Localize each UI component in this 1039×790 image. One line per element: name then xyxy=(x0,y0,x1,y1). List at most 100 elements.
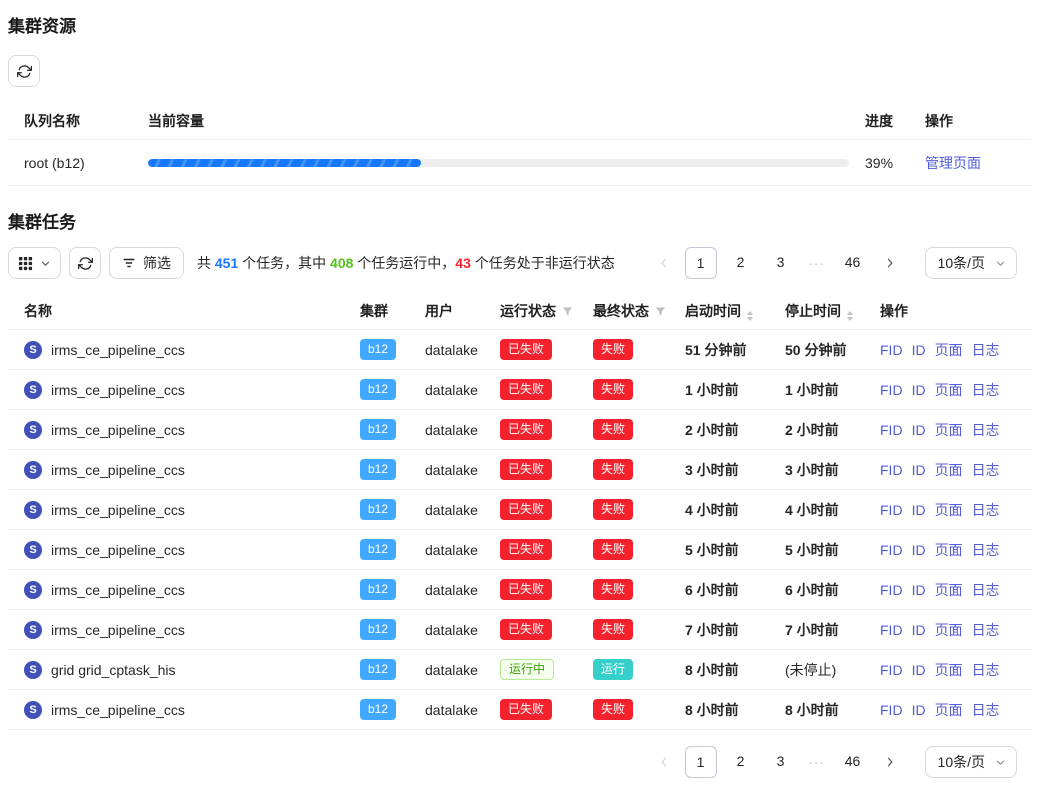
action-link-log[interactable]: 日志 xyxy=(972,462,1000,478)
action-link-log[interactable]: 日志 xyxy=(972,542,1000,558)
action-link-id[interactable]: ID xyxy=(912,542,926,558)
pagination-page-3[interactable]: 3 xyxy=(765,247,797,279)
queue-name: root (b12) xyxy=(24,155,132,171)
action-link-id[interactable]: ID xyxy=(912,622,926,638)
action-link-page[interactable]: 页面 xyxy=(935,662,963,678)
pagination-page-last[interactable]: 46 xyxy=(837,247,869,279)
action-link-fid[interactable]: FID xyxy=(880,462,903,478)
pagination-page-1[interactable]: 1 xyxy=(685,247,717,279)
action-link-page[interactable]: 页面 xyxy=(935,342,963,358)
stop-time: 6 小时前 xyxy=(777,570,872,610)
action-link-log[interactable]: 日志 xyxy=(972,702,1000,718)
action-link-log[interactable]: 日志 xyxy=(972,382,1000,398)
action-link-fid[interactable]: FID xyxy=(880,422,903,438)
resources-refresh-button[interactable] xyxy=(8,55,40,87)
final-status-badge: 失败 xyxy=(593,579,633,600)
pagination-ellipsis[interactable]: ··· xyxy=(805,255,829,271)
pagination-page-1[interactable]: 1 xyxy=(685,746,717,778)
stop-time: (未停止) xyxy=(777,650,872,690)
task-name: irms_ce_pipeline_ccs xyxy=(51,502,185,518)
table-row: S irms_ce_pipeline_ccs b12 datalake 已失败 … xyxy=(8,570,1031,610)
action-link-fid[interactable]: FID xyxy=(880,582,903,598)
start-time: 7 小时前 xyxy=(677,610,777,650)
spark-avatar-icon: S xyxy=(24,421,42,439)
action-link-id[interactable]: ID xyxy=(912,342,926,358)
capacity-progress-bar xyxy=(148,159,849,167)
final-status-badge: 失败 xyxy=(593,419,633,440)
col-header-queue-name: 队列名称 xyxy=(24,111,132,131)
action-link-id[interactable]: ID xyxy=(912,462,926,478)
pagination-prev[interactable] xyxy=(651,247,677,279)
sorter-icon[interactable] xyxy=(847,311,853,321)
spark-avatar-icon: S xyxy=(24,341,42,359)
start-time: 4 小时前 xyxy=(677,490,777,530)
page-size-select[interactable]: 10条/页 xyxy=(925,746,1017,778)
action-link-id[interactable]: ID xyxy=(912,582,926,598)
stop-time: 3 小时前 xyxy=(777,450,872,490)
spark-avatar-icon: S xyxy=(24,541,42,559)
pagination-page-3[interactable]: 3 xyxy=(765,746,797,778)
action-link-fid[interactable]: FID xyxy=(880,502,903,518)
sorter-icon[interactable] xyxy=(747,311,753,321)
action-link-id[interactable]: ID xyxy=(912,502,926,518)
stop-time: 4 小时前 xyxy=(777,490,872,530)
action-link-page[interactable]: 页面 xyxy=(935,382,963,398)
action-link-id[interactable]: ID xyxy=(912,662,926,678)
action-link-log[interactable]: 日志 xyxy=(972,502,1000,518)
page-size-select[interactable]: 10条/页 xyxy=(925,247,1017,279)
row-actions: FID ID 页面日志 xyxy=(872,570,1031,610)
action-link-page[interactable]: 页面 xyxy=(935,542,963,558)
start-time: 6 小时前 xyxy=(677,570,777,610)
action-link-fid[interactable]: FID xyxy=(880,662,903,678)
manage-page-link[interactable]: 管理页面 xyxy=(925,155,981,171)
action-link-fid[interactable]: FID xyxy=(880,542,903,558)
filter-button-label: 筛选 xyxy=(143,253,171,273)
run-status-badge: 已失败 xyxy=(500,539,552,560)
user-cell: datalake xyxy=(417,570,492,610)
pagination-next[interactable] xyxy=(877,247,903,279)
action-link-id[interactable]: ID xyxy=(912,422,926,438)
table-row: S irms_ce_pipeline_ccs b12 datalake 已失败 … xyxy=(8,690,1031,730)
start-time: 2 小时前 xyxy=(677,410,777,450)
action-link-page[interactable]: 页面 xyxy=(935,702,963,718)
user-cell: datalake xyxy=(417,330,492,370)
filter-icon[interactable] xyxy=(562,304,573,320)
action-link-log[interactable]: 日志 xyxy=(972,422,1000,438)
action-link-fid[interactable]: FID xyxy=(880,342,903,358)
stop-time: 1 小时前 xyxy=(777,370,872,410)
final-status-badge: 失败 xyxy=(593,539,633,560)
pagination-page-2[interactable]: 2 xyxy=(725,746,757,778)
action-link-page[interactable]: 页面 xyxy=(935,462,963,478)
pagination-prev[interactable] xyxy=(651,746,677,778)
table-row: S irms_ce_pipeline_ccs b12 datalake 已失败 … xyxy=(8,450,1031,490)
action-link-fid[interactable]: FID xyxy=(880,622,903,638)
pagination-ellipsis[interactable]: ··· xyxy=(805,754,829,770)
pagination-page-last[interactable]: 46 xyxy=(837,746,869,778)
run-status-badge: 已失败 xyxy=(500,459,552,480)
filter-button[interactable]: 筛选 xyxy=(109,247,184,279)
user-cell: datalake xyxy=(417,450,492,490)
table-row: S irms_ce_pipeline_ccs b12 datalake 已失败 … xyxy=(8,530,1031,570)
action-link-fid[interactable]: FID xyxy=(880,702,903,718)
action-link-log[interactable]: 日志 xyxy=(972,582,1000,598)
refresh-icon xyxy=(17,64,32,79)
summary-text: 个任务处于非运行状态 xyxy=(471,255,615,271)
user-cell: datalake xyxy=(417,530,492,570)
action-link-log[interactable]: 日志 xyxy=(972,662,1000,678)
action-link-page[interactable]: 页面 xyxy=(935,622,963,638)
action-link-log[interactable]: 日志 xyxy=(972,622,1000,638)
final-status-badge: 失败 xyxy=(593,339,633,360)
task-name: irms_ce_pipeline_ccs xyxy=(51,462,185,478)
action-link-fid[interactable]: FID xyxy=(880,382,903,398)
tasks-refresh-button[interactable] xyxy=(69,247,101,279)
action-link-page[interactable]: 页面 xyxy=(935,582,963,598)
action-link-log[interactable]: 日志 xyxy=(972,342,1000,358)
pagination-next[interactable] xyxy=(877,746,903,778)
action-link-id[interactable]: ID xyxy=(912,702,926,718)
action-link-page[interactable]: 页面 xyxy=(935,502,963,518)
column-settings-dropdown[interactable] xyxy=(8,247,61,279)
action-link-page[interactable]: 页面 xyxy=(935,422,963,438)
pagination-page-2[interactable]: 2 xyxy=(725,247,757,279)
filter-icon[interactable] xyxy=(655,304,666,320)
action-link-id[interactable]: ID xyxy=(912,382,926,398)
